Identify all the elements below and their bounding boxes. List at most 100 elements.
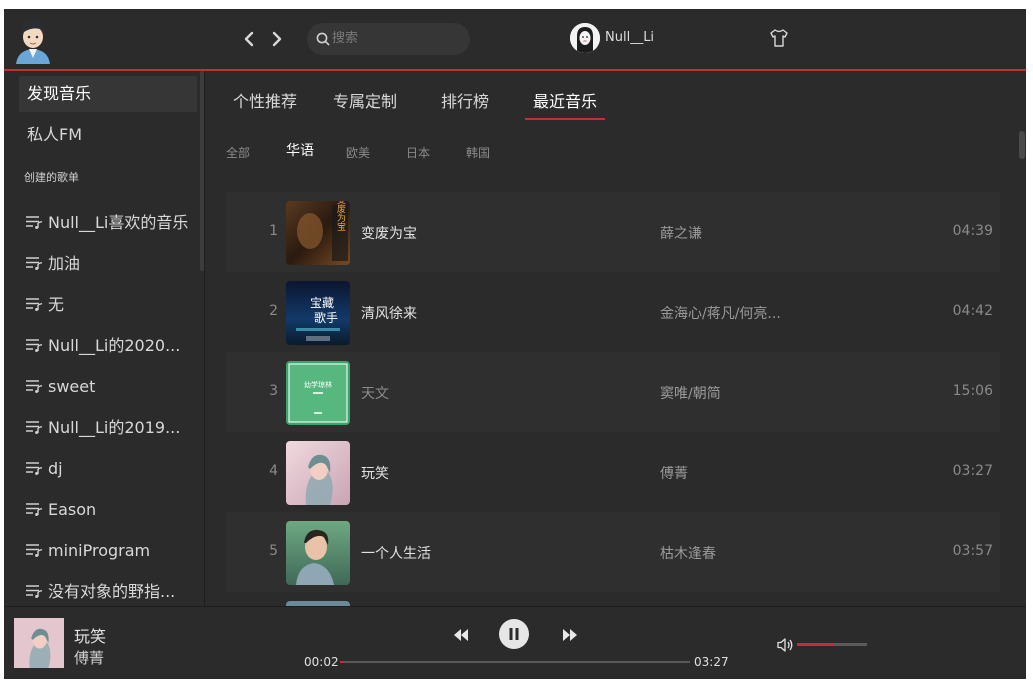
- cover-title-text: 变废为宝: [335, 201, 346, 231]
- playlist-label: sweet: [48, 377, 96, 396]
- song-cover: 幼学琼林: [286, 361, 350, 425]
- playlist-label: Null__Li的2019...: [48, 418, 181, 437]
- play-pause-button[interactable]: [499, 619, 529, 649]
- song-cover: 变废为宝: [286, 201, 350, 265]
- sidebar-scrollbar[interactable]: [200, 71, 204, 271]
- back-arrow-icon: [244, 31, 254, 47]
- playlist-item[interactable]: 无: [25, 290, 200, 320]
- playlist-icon: [26, 339, 43, 352]
- song-row[interactable]: 1 变废为宝 变废为宝 薛之谦 04:39: [226, 192, 1000, 272]
- now-playing-artist[interactable]: 傅菁: [74, 647, 104, 668]
- current-time: 00:02: [304, 655, 339, 669]
- playlist-label: 没有对象的野指...: [48, 582, 176, 601]
- next-icon[interactable]: [562, 628, 578, 642]
- active-tab-indicator: [525, 118, 605, 120]
- cover-title-text: 幼学琼林: [304, 380, 332, 389]
- song-row[interactable]: 4 玩笑 傅菁 03:27: [226, 432, 1000, 512]
- playlist-item[interactable]: 没有对象的野指...: [25, 577, 200, 606]
- song-row[interactable]: [226, 592, 1000, 606]
- forward-arrow-icon: [272, 31, 282, 47]
- song-row[interactable]: 3 幼学琼林 天文 窦唯/朝简 15:06: [226, 352, 1000, 432]
- app-window: 搜索 Null__Li 发现音乐 私人FM 创建的歌单 Null__Li喜欢的音…: [4, 9, 1026, 679]
- song-duration: 15:06: [952, 383, 993, 399]
- song-cover: 宝藏 歌手: [286, 281, 350, 345]
- search-placeholder[interactable]: 搜索: [332, 31, 358, 47]
- now-playing-art: [14, 618, 64, 668]
- song-index: 3: [269, 383, 278, 399]
- tab-recommend[interactable]: 个性推荐: [233, 92, 297, 112]
- tab-charts[interactable]: 排行榜: [441, 92, 489, 112]
- volume-fill: [797, 643, 834, 646]
- song-artist[interactable]: 枯木逢春: [660, 543, 716, 563]
- volume-icon[interactable]: [776, 637, 794, 653]
- playlist-item[interactable]: Null__Li的2020...: [25, 331, 200, 361]
- filter-japanese[interactable]: 日本: [406, 145, 430, 161]
- search-icon: [316, 32, 330, 46]
- playlist-icon: [26, 257, 43, 270]
- playlist-item[interactable]: Null__Li喜欢的音乐: [25, 208, 200, 238]
- playlist-item[interactable]: dj: [25, 454, 200, 484]
- tab-custom[interactable]: 专属定制: [333, 92, 397, 112]
- playlist-item[interactable]: Eason: [25, 495, 200, 525]
- sidebar-item-fm[interactable]: 私人FM: [19, 117, 197, 153]
- song-duration: 04:39: [952, 223, 993, 239]
- progress-fill: [340, 661, 344, 663]
- sidebar-item-discover[interactable]: 发现音乐: [19, 76, 197, 112]
- user-avatar[interactable]: [570, 23, 600, 53]
- filter-korean[interactable]: 韩国: [466, 145, 490, 161]
- pause-icon: [509, 628, 519, 640]
- playlist-label: Null__Li喜欢的音乐: [48, 213, 189, 232]
- forward-button[interactable]: [266, 27, 288, 51]
- song-title[interactable]: 清风徐来: [361, 303, 417, 323]
- song-index: 2: [269, 303, 278, 319]
- filter-western[interactable]: 欧美: [346, 145, 370, 161]
- song-artist[interactable]: 金海心/蒋凡/何亮...: [660, 303, 781, 323]
- playlist-item[interactable]: sweet: [25, 372, 200, 402]
- avatar-image: [570, 23, 600, 53]
- back-button[interactable]: [238, 27, 260, 51]
- prev-icon[interactable]: [453, 628, 469, 642]
- progress-bar[interactable]: [340, 661, 690, 663]
- sidebar-item-label: 发现音乐: [27, 84, 92, 103]
- volume-slider[interactable]: [797, 643, 867, 646]
- player-bar: 玩笑 傅菁 00:02 03:27: [4, 606, 1026, 679]
- song-title[interactable]: 变废为宝: [361, 223, 417, 243]
- now-playing-cover[interactable]: [14, 618, 64, 668]
- song-row[interactable]: 2 宝藏 歌手 清风徐来 金海心/蒋凡/何亮... 04:42: [226, 272, 1000, 352]
- filter-all[interactable]: 全部: [226, 145, 250, 161]
- cover-art: 宝藏 歌手: [286, 281, 350, 345]
- main-scrollbar[interactable]: [1019, 131, 1025, 159]
- playlist-icon: [26, 421, 43, 434]
- song-artist[interactable]: 傅菁: [660, 463, 688, 483]
- sidebar: 发现音乐 私人FM 创建的歌单 Null__Li喜欢的音乐 加油 无 Null_…: [4, 71, 205, 606]
- song-artist[interactable]: 窦唯/朝简: [660, 383, 721, 403]
- playlist-item[interactable]: miniProgram: [25, 536, 200, 566]
- section-title-created-playlists: 创建的歌单: [24, 171, 79, 184]
- playlist-item[interactable]: 加油: [25, 249, 200, 279]
- sidebar-item-label: 私人FM: [27, 125, 83, 144]
- song-index: 5: [269, 543, 278, 559]
- cover-art: [286, 521, 350, 585]
- playlist-label: miniProgram: [48, 541, 151, 560]
- app-logo[interactable]: [12, 16, 54, 64]
- playlist-icon: [26, 298, 43, 311]
- song-row[interactable]: 5 一个人生活 枯木逢春 03:57: [226, 512, 1000, 592]
- playlist-label: dj: [48, 459, 63, 478]
- skin-icon[interactable]: [768, 27, 790, 49]
- song-title[interactable]: 玩笑: [361, 463, 389, 483]
- song-duration: 03:57: [952, 543, 993, 559]
- song-cover: [286, 521, 350, 585]
- song-artist[interactable]: 薛之谦: [660, 223, 702, 243]
- cover-title-line2: 歌手: [314, 310, 338, 325]
- song-title[interactable]: 一个人生活: [361, 543, 431, 563]
- song-title[interactable]: 天文: [361, 383, 389, 403]
- playlist-item[interactable]: Null__Li的2019...: [25, 413, 200, 443]
- filter-chinese[interactable]: 华语: [286, 143, 314, 159]
- playlist-label: 加油: [48, 254, 81, 273]
- search-box[interactable]: 搜索: [307, 23, 470, 55]
- username[interactable]: Null__Li: [605, 30, 654, 46]
- now-playing-title[interactable]: 玩笑: [74, 623, 106, 647]
- cover-art: 变废为宝: [286, 201, 350, 265]
- tab-recent-music[interactable]: 最近音乐: [533, 92, 597, 112]
- song-index: 1: [269, 223, 278, 239]
